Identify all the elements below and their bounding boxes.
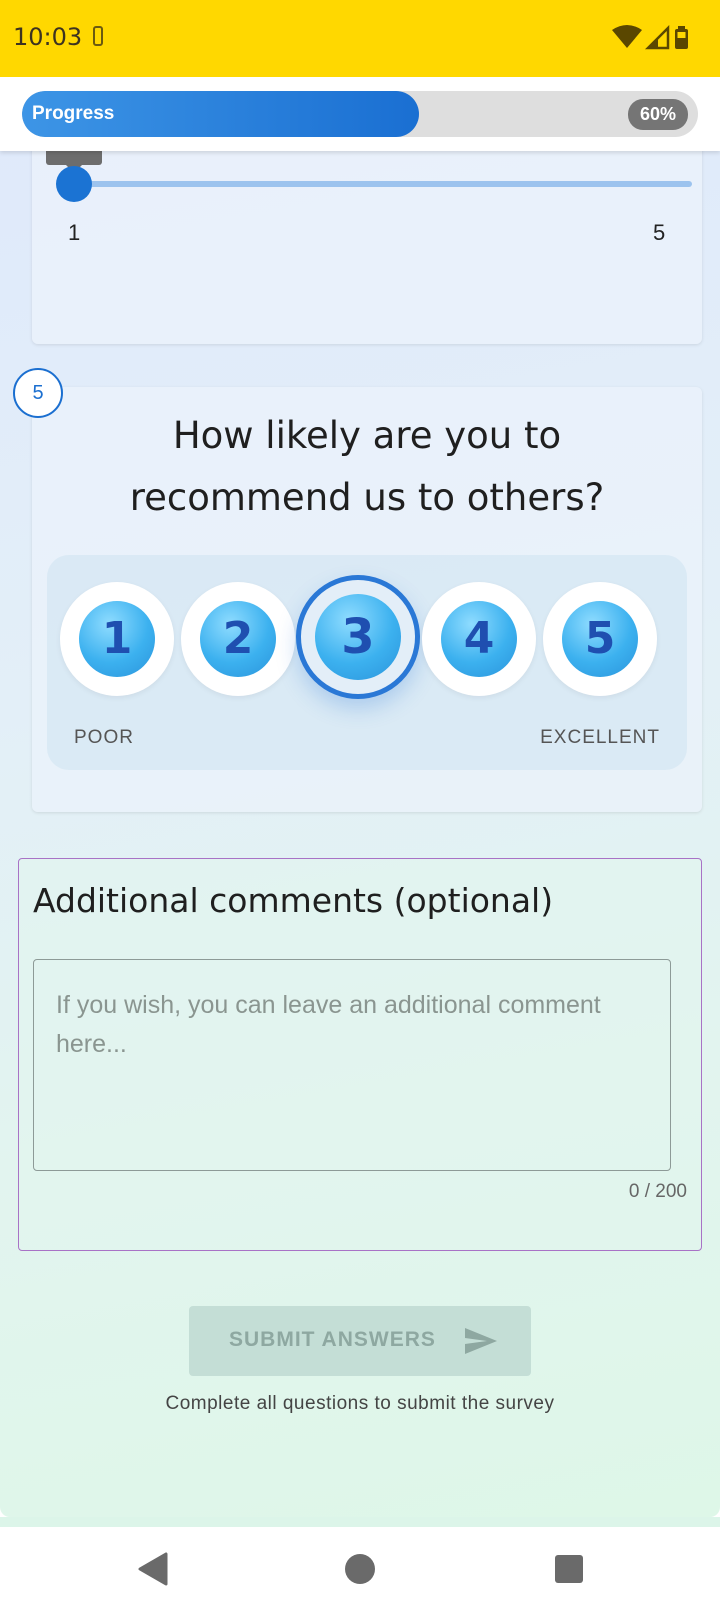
comments-textarea[interactable]: If you wish, you can leave an additional… [33,959,671,1171]
question-title: How likely are you to recommend us to ot… [129,414,605,519]
content-bottom-edge [0,1517,720,1527]
question-5-card: How likely are you to recommend us to ot… [32,387,702,812]
device-notification-icon [93,26,103,46]
rating-scale: 1 2 3 4 5 POOR EXCELLENT [47,555,687,770]
rating-slider-thumb[interactable] [56,166,92,202]
submit-answers-button[interactable]: SUBMIT ANSWERS [189,1306,531,1376]
rating-option-2[interactable]: 2 [181,582,295,696]
comments-card: Additional comments (optional) If you wi… [18,858,702,1251]
comments-placeholder: If you wish, you can leave an additional… [56,991,601,1058]
rating-option-3[interactable]: 3 [296,575,420,699]
progress-label: Progress [32,103,115,124]
cell-signal-icon [644,24,670,50]
status-icons [612,24,688,50]
survey-content[interactable]: Progress 60% 1 5 5 How likely are you to… [0,77,720,1517]
rating-option-label: 2 [200,601,276,677]
rating-option-label: 3 [315,594,401,680]
character-counter: 0 / 200 [628,1181,687,1202]
scale-low-label: POOR [74,727,134,748]
slider-min-label: 1 [68,220,81,245]
rating-option-5[interactable]: 5 [543,582,657,696]
back-icon[interactable] [138,1552,168,1586]
rating-slider-track[interactable] [74,181,692,187]
status-time: 10:03 [13,23,83,51]
progress-percent: 60% [627,99,688,130]
rating-option-label: 5 [562,601,638,677]
progress-bar: Progress 60% [22,91,698,137]
rating-option-label: 4 [441,601,517,677]
send-icon [465,1328,497,1354]
rating-option-label: 1 [79,601,155,677]
progress-header: Progress 60% [0,77,720,151]
comments-title: Additional comments (optional) [33,881,554,920]
recent-apps-icon[interactable] [555,1555,583,1583]
slider-max-label: 5 [653,220,666,245]
battery-icon [675,26,688,49]
rating-option-1[interactable]: 1 [60,582,174,696]
submit-hint: Complete all questions to submit the sur… [165,1393,555,1414]
home-icon[interactable] [345,1554,375,1584]
wifi-icon [612,25,642,48]
submit-button-label: SUBMIT ANSWERS [229,1328,436,1351]
question-number-badge: 5 [13,368,63,418]
navigation-bar [0,1527,720,1612]
rating-option-4[interactable]: 4 [422,582,536,696]
status-bar: 10:03 [0,0,720,77]
scale-high-label: EXCELLENT [540,727,660,748]
